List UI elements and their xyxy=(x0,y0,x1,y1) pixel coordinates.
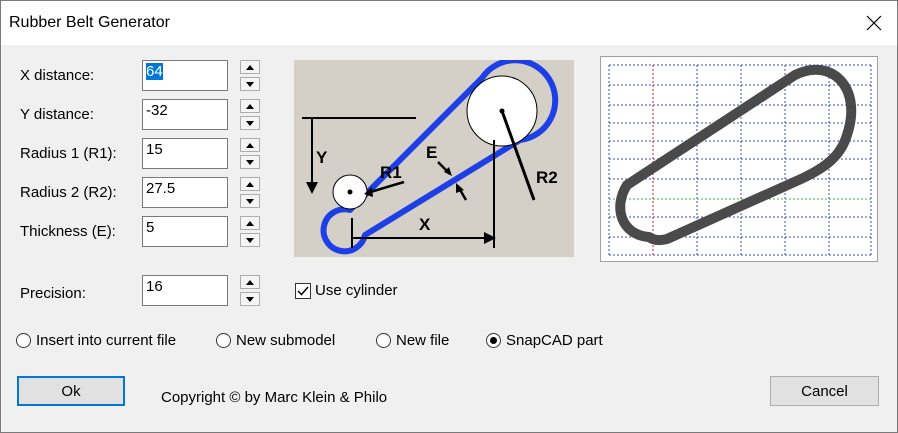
checkbox-box xyxy=(295,282,311,299)
ok-button[interactable]: Ok xyxy=(17,376,125,406)
spin-up-button[interactable] xyxy=(240,60,260,74)
radius2-spinner[interactable] xyxy=(240,177,260,208)
dialog-window: Rubber Belt Generator X distance: 64 Y d… xyxy=(0,0,898,433)
x-distance-spinner[interactable] xyxy=(240,60,260,91)
y-distance-input[interactable]: -32 xyxy=(142,99,228,130)
spin-down-button[interactable] xyxy=(240,233,260,247)
option-insert-current-file[interactable]: Insert into current file xyxy=(16,332,176,349)
arrow-up-icon xyxy=(246,142,254,148)
thickness-input[interactable]: 5 xyxy=(142,216,228,247)
x-distance-label: X distance: xyxy=(20,67,95,84)
spin-down-button[interactable] xyxy=(240,194,260,208)
diagram-e-label: E xyxy=(426,143,437,162)
spin-down-button[interactable] xyxy=(240,292,260,306)
diagram-r1-label: R1 xyxy=(380,163,402,182)
option-new-submodel[interactable]: New submodel xyxy=(216,332,335,349)
option-new-file[interactable]: New file xyxy=(376,332,449,349)
spin-up-button[interactable] xyxy=(240,138,260,152)
x-distance-input[interactable]: 64 xyxy=(142,60,228,91)
radio-circle xyxy=(216,333,231,348)
arrow-down-icon xyxy=(246,237,254,243)
arrow-up-icon xyxy=(246,220,254,226)
close-button[interactable] xyxy=(851,1,897,45)
spin-up-button[interactable] xyxy=(240,99,260,113)
cancel-button[interactable]: Cancel xyxy=(770,376,879,406)
spin-up-button[interactable] xyxy=(240,275,260,289)
option-label: SnapCAD part xyxy=(506,332,603,349)
arrow-up-icon xyxy=(246,64,254,70)
radius2-input[interactable]: 27.5 xyxy=(142,177,228,208)
spin-down-button[interactable] xyxy=(240,155,260,169)
spin-down-button[interactable] xyxy=(240,116,260,130)
diagram-r2-label: R2 xyxy=(536,168,558,187)
radius1-label: Radius 1 (R1): xyxy=(20,145,117,162)
use-cylinder-label: Use cylinder xyxy=(315,282,398,299)
use-cylinder-checkbox[interactable]: Use cylinder xyxy=(295,282,398,299)
radius2-label: Radius 2 (R2): xyxy=(20,184,117,201)
close-icon xyxy=(866,15,882,31)
arrow-down-icon xyxy=(246,81,254,87)
radio-circle xyxy=(376,333,391,348)
arrow-down-icon xyxy=(246,198,254,204)
spin-up-button[interactable] xyxy=(240,216,260,230)
arrow-up-icon xyxy=(246,279,254,285)
diagram-y-label: Y xyxy=(316,148,328,167)
checkmark-icon xyxy=(297,286,309,296)
option-label: Insert into current file xyxy=(36,332,177,349)
copyright-text: Copyright © by Marc Klein & Philo xyxy=(161,389,388,406)
spin-up-button[interactable] xyxy=(240,177,260,191)
y-distance-spinner[interactable] xyxy=(240,99,260,130)
precision-input[interactable]: 16 xyxy=(142,275,228,306)
arrow-down-icon xyxy=(246,120,254,126)
belt-preview xyxy=(600,56,878,262)
precision-label: Precision: xyxy=(20,285,86,302)
belt-diagram: Y X R1 R2 E xyxy=(294,57,574,257)
window-title: Rubber Belt Generator xyxy=(9,14,170,31)
radius1-input[interactable]: 15 xyxy=(142,138,228,169)
radius1-spinner[interactable] xyxy=(240,138,260,169)
radio-circle xyxy=(16,333,31,348)
thickness-label: Thickness (E): xyxy=(20,223,116,240)
option-label: New file xyxy=(396,332,450,349)
arrow-up-icon xyxy=(246,103,254,109)
title-bar: Rubber Belt Generator xyxy=(1,1,897,45)
y-distance-label: Y distance: xyxy=(20,106,94,123)
option-label: New submodel xyxy=(236,332,336,349)
arrow-up-icon xyxy=(246,181,254,187)
arrow-down-icon xyxy=(246,159,254,165)
diagram-x-label: X xyxy=(419,215,431,234)
precision-spinner[interactable] xyxy=(240,275,260,306)
x-distance-value: 64 xyxy=(146,63,163,80)
spin-down-button[interactable] xyxy=(240,77,260,91)
thickness-spinner[interactable] xyxy=(240,216,260,247)
option-snapcad-part[interactable]: SnapCAD part xyxy=(486,332,603,349)
radio-circle-selected xyxy=(486,333,501,348)
arrow-down-icon xyxy=(246,296,254,302)
